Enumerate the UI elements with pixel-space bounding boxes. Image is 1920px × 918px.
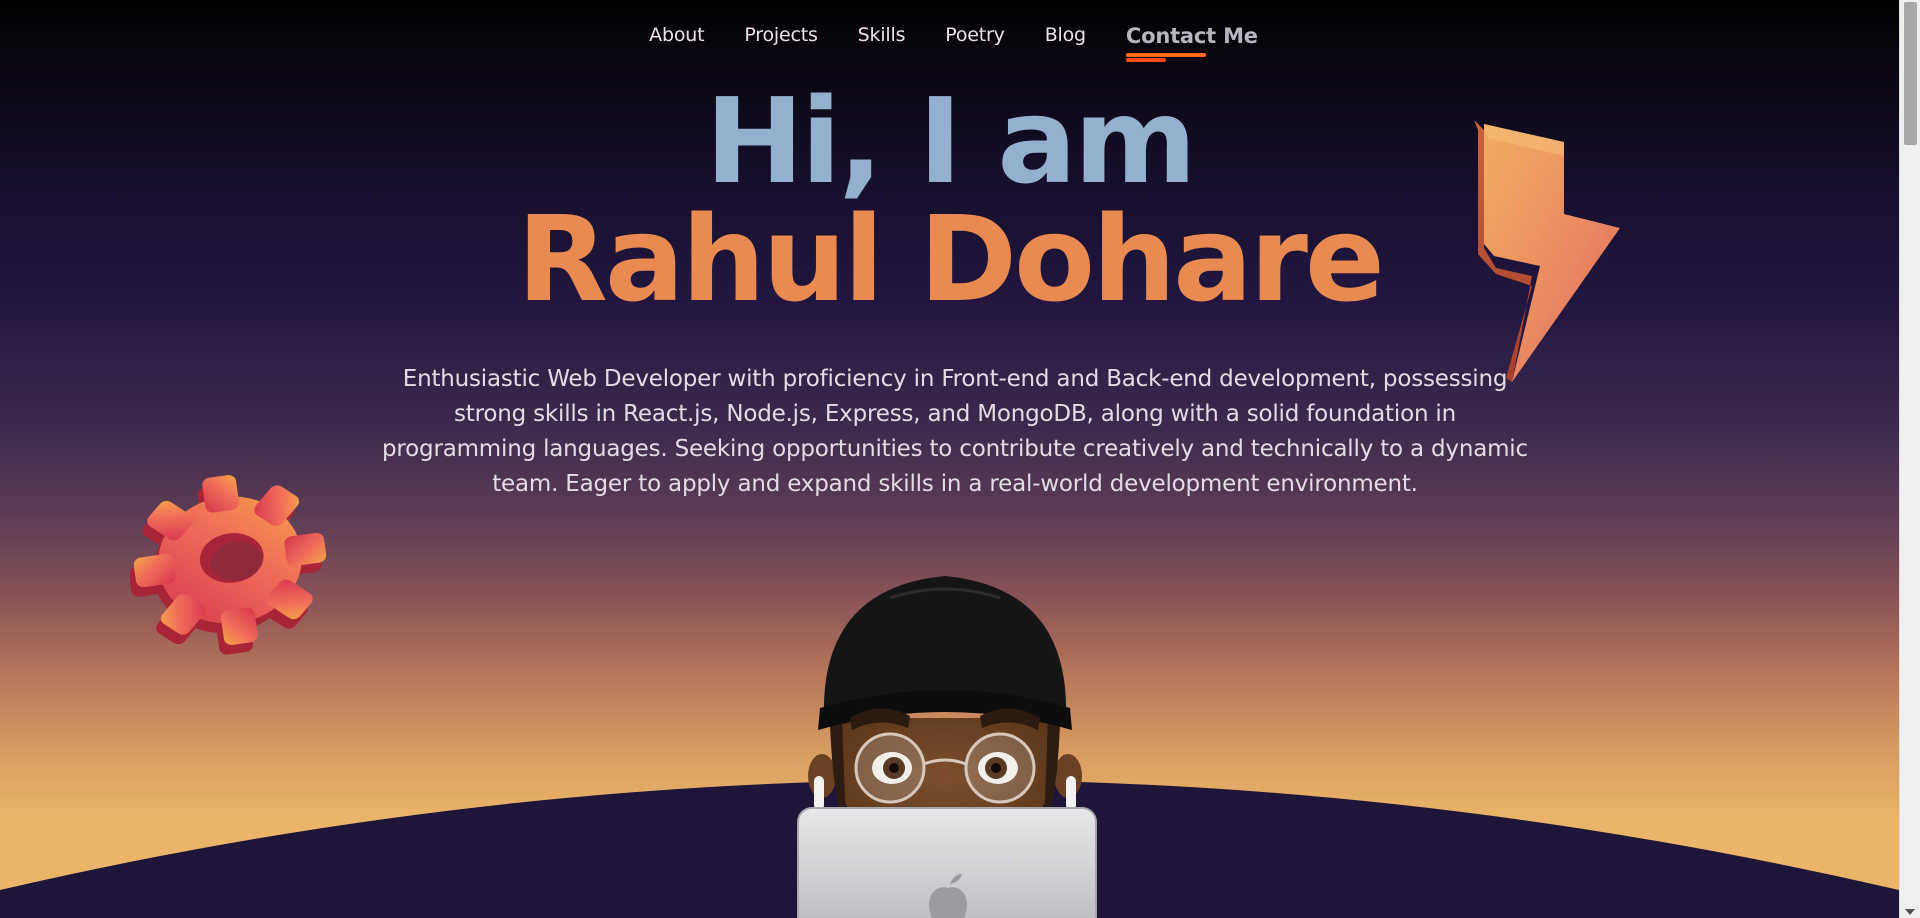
nav-link-projects[interactable]: Projects: [744, 24, 818, 46]
nav-link-blog[interactable]: Blog: [1045, 24, 1086, 46]
scrollbar-thumb[interactable]: [1904, 2, 1917, 145]
nav-link-skills[interactable]: Skills: [858, 24, 906, 46]
nav-link-poetry[interactable]: Poetry: [945, 24, 1005, 46]
nav-link-about[interactable]: About: [649, 24, 704, 46]
nav-active-underline: [1125, 53, 1206, 57]
gear-icon: [130, 475, 327, 655]
scroll-down-arrow-icon[interactable]: [1905, 909, 1915, 915]
hero-bio: Enthusiastic Web Developer with proficie…: [382, 366, 1528, 497]
memoji-avatar-with-laptop: [797, 576, 1097, 918]
top-navigation: About Projects Skills Poetry Blog Contac…: [0, 0, 1899, 72]
hero-section: About Projects Skills Poetry Blog Contac…: [0, 0, 1899, 918]
vertical-scrollbar[interactable]: [1899, 0, 1920, 918]
lightning-bolt-icon: [1474, 120, 1620, 382]
nav-active-underline-accent: [1125, 58, 1166, 62]
nav-link-contact-me[interactable]: Contact Me: [1126, 24, 1258, 48]
